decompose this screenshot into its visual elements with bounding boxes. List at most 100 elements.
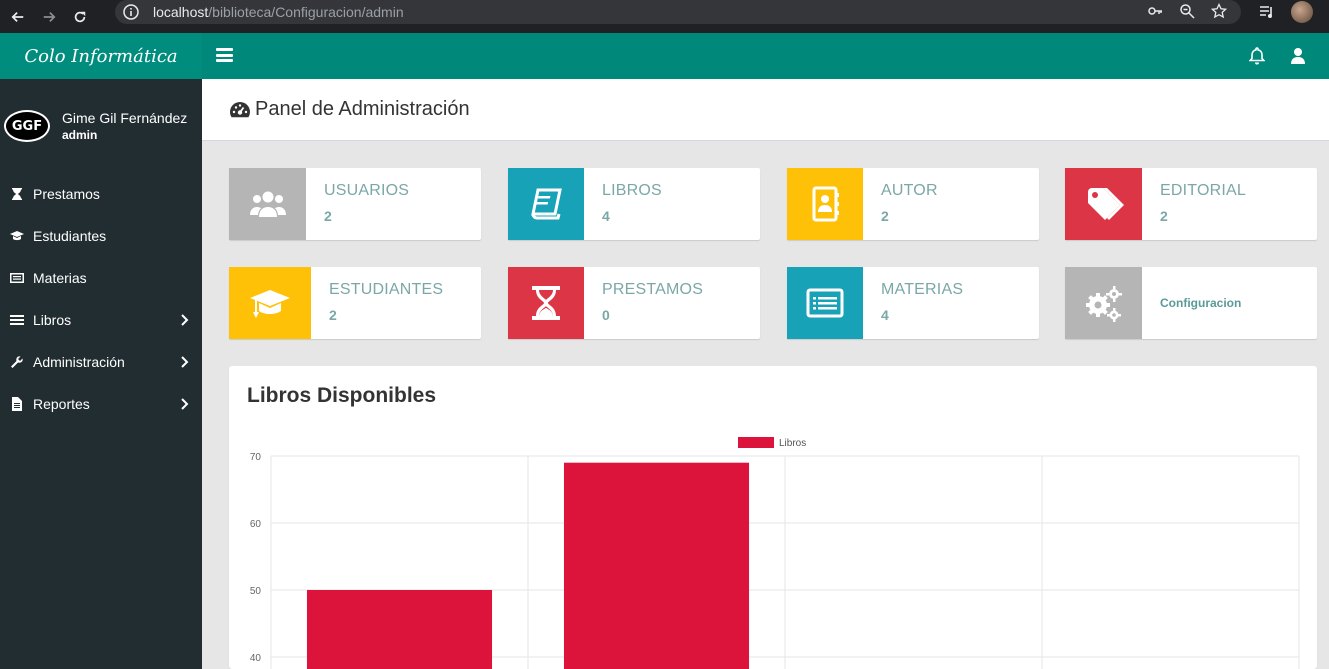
info-box-value: 0 <box>602 307 610 323</box>
legend-label: Libros <box>779 438 806 449</box>
chart-panel: Libros Disponibles 40 50 60 70 Libros <box>229 366 1317 669</box>
sidebar: Colo Informática GGF Gime Gil Fernández … <box>0 33 202 669</box>
page-title: Panel de Administración <box>229 98 470 121</box>
hourglass-icon <box>12 188 22 200</box>
bell-icon[interactable] <box>1249 47 1265 65</box>
legend-swatch <box>738 437 774 448</box>
top-navbar <box>202 33 1329 79</box>
info-box-value: 4 <box>881 307 889 323</box>
info-box-prestamos[interactable]: PRESTAMOS 0 <box>508 267 760 339</box>
info-box-materias[interactable]: MATERIAS 4 <box>787 267 1039 339</box>
gears-icon <box>1085 286 1122 322</box>
sidebar-toggle-icon[interactable] <box>216 48 233 62</box>
list-card-icon <box>10 273 24 283</box>
address-book-icon <box>812 186 839 222</box>
configuracion-link[interactable]: Configuracion <box>1142 267 1241 339</box>
address-bar[interactable]: localhost/biblioteca/Configuracion/admin <box>115 0 1241 24</box>
sidebar-item-estudiantes[interactable]: Estudiantes <box>0 215 202 257</box>
info-box-libros[interactable]: LIBROS 4 <box>508 168 760 240</box>
sidebar-item-libros[interactable]: Libros <box>0 299 202 341</box>
file-icon <box>12 397 22 411</box>
info-box-icon <box>229 267 311 339</box>
content-header: Panel de Administración <box>202 79 1329 141</box>
info-box-icon <box>508 168 584 240</box>
sidebar-menu: Prestamos Estudiantes Materias Libros Ad… <box>0 173 202 425</box>
dashboard-icon <box>230 101 250 117</box>
user-icon[interactable] <box>1291 47 1305 65</box>
reload-button[interactable] <box>67 6 93 28</box>
list-card-icon <box>806 288 844 318</box>
chevron-right-icon <box>181 314 189 326</box>
info-box-usuarios[interactable]: USUARIOS 2 <box>229 168 481 240</box>
info-box-value: 2 <box>881 208 889 224</box>
sidebar-item-label: Libros <box>33 312 72 328</box>
list-icon <box>10 315 24 325</box>
sidebar-item-label: Reportes <box>33 396 90 412</box>
sidebar-item-label: Estudiantes <box>33 228 107 244</box>
sidebar-item-label: Administración <box>33 354 125 370</box>
url-text: localhost/biblioteca/Configuracion/admin <box>153 4 404 20</box>
y-tick-label: 60 <box>250 519 262 530</box>
key-icon[interactable] <box>1147 3 1163 19</box>
sidebar-item-reportes[interactable]: Reportes <box>0 383 202 425</box>
user-role: admin <box>62 128 98 142</box>
arrow-left-icon <box>11 11 24 22</box>
brand-logo[interactable]: Colo Informática <box>0 33 202 79</box>
url-host: localhost <box>153 4 209 20</box>
info-box-icon <box>1065 168 1142 240</box>
forward-button[interactable] <box>36 6 62 28</box>
y-tick-label: 40 <box>250 653 262 664</box>
info-box-icon <box>787 267 863 339</box>
browser-toolbar: localhost/biblioteca/Configuracion/admin <box>0 0 1329 33</box>
info-icon[interactable] <box>123 4 139 20</box>
sidebar-item-label: Materias <box>33 270 87 286</box>
zoom-icon[interactable] <box>1179 3 1195 19</box>
info-box-autor[interactable]: AUTOR 2 <box>787 168 1039 240</box>
url-path: /biblioteca/Configuracion/admin <box>208 4 404 20</box>
graduation-cap-icon <box>10 231 24 241</box>
info-box-label: PRESTAMOS <box>602 281 704 298</box>
info-box-value: 2 <box>329 307 337 323</box>
info-box-label: USUARIOS <box>324 182 410 199</box>
info-box-label: LIBROS <box>602 182 662 199</box>
info-box-configuracion[interactable]: Configuracion <box>1065 267 1317 339</box>
sidebar-item-label: Prestamos <box>33 186 100 202</box>
info-box-editorial[interactable]: EDITORIAL 2 <box>1065 168 1317 240</box>
star-icon[interactable] <box>1211 3 1227 19</box>
back-button[interactable] <box>5 6 31 28</box>
arrow-right-icon <box>43 11 56 22</box>
bar <box>563 462 750 669</box>
profile-avatar[interactable] <box>1291 1 1313 23</box>
info-box-label: AUTOR <box>881 182 938 199</box>
reload-icon <box>74 11 86 22</box>
hourglass-icon <box>532 286 560 320</box>
info-box-icon <box>229 168 306 240</box>
user-name: Gime Gil Fernández <box>62 110 188 126</box>
info-box-label: MATERIAS <box>881 281 964 298</box>
book-icon <box>531 188 562 220</box>
tags-icon <box>1087 188 1124 220</box>
bar-chart: 40 50 60 70 Libros <box>250 437 1300 669</box>
info-box-estudiantes[interactable]: ESTUDIANTES 2 <box>229 267 481 339</box>
bar <box>306 590 493 669</box>
sidebar-item-prestamos[interactable]: Prestamos <box>0 173 202 215</box>
media-control-icon[interactable] <box>1259 4 1275 20</box>
user-panel: GGF Gime Gil Fernández admin <box>0 79 202 173</box>
info-box-icon <box>1065 267 1142 339</box>
wrench-icon <box>11 356 23 368</box>
info-box-label: EDITORIAL <box>1160 182 1246 199</box>
info-box-value: 2 <box>324 208 332 224</box>
sidebar-item-materias[interactable]: Materias <box>0 257 202 299</box>
info-box-icon <box>508 267 584 339</box>
avatar: GGF <box>4 110 50 142</box>
page-title-text: Panel de Administración <box>255 98 470 120</box>
graduation-cap-icon <box>250 290 290 318</box>
info-box-icon <box>787 168 863 240</box>
y-tick-label: 50 <box>250 586 262 597</box>
info-box-value: 2 <box>1160 208 1168 224</box>
y-tick-label: 70 <box>250 452 262 463</box>
info-box-label: ESTUDIANTES <box>329 281 444 298</box>
sidebar-item-administracion[interactable]: Administración <box>0 341 202 383</box>
chevron-right-icon <box>181 398 189 410</box>
users-icon <box>249 191 286 217</box>
